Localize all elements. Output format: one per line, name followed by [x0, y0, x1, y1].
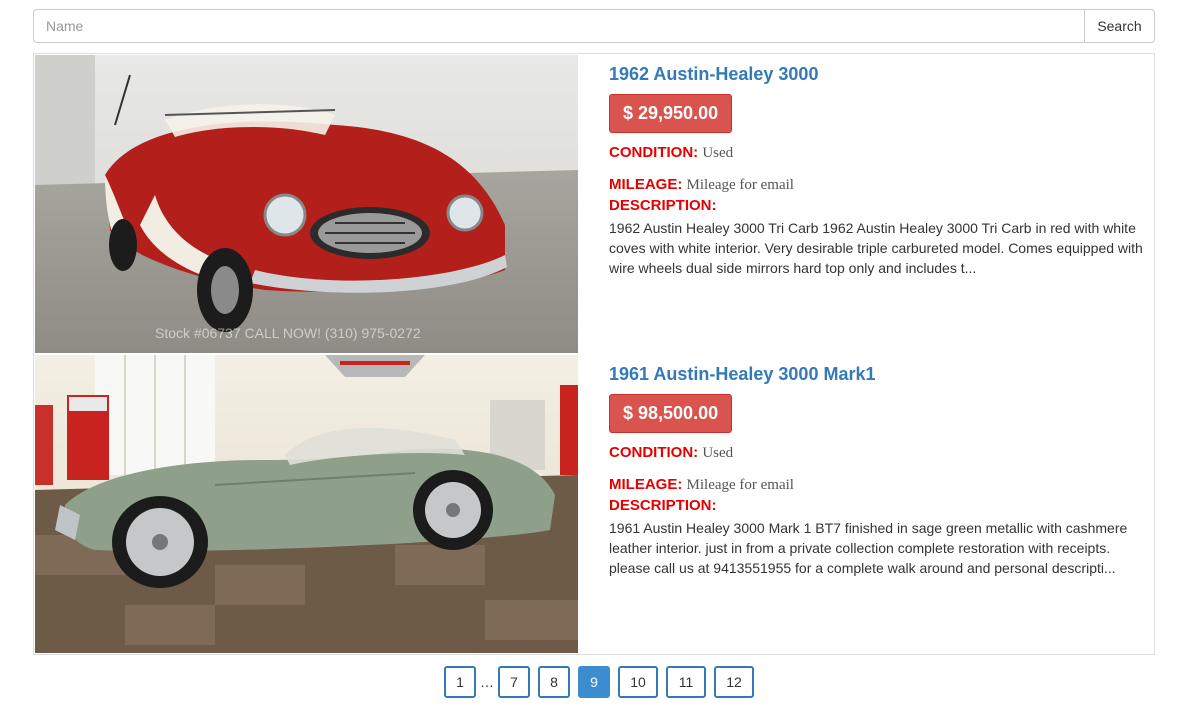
- page-button[interactable]: 11: [666, 666, 706, 698]
- search-bar: Search: [33, 9, 1155, 43]
- page-button[interactable]: 8: [538, 666, 570, 698]
- condition-row: CONDITION: Used: [609, 144, 733, 162]
- price-badge: $ 98,500.00: [609, 394, 733, 433]
- mileage-value: Mileage for email: [686, 177, 794, 193]
- car-photo-image: [35, 355, 578, 653]
- condition-label: CONDITION:: [609, 444, 699, 461]
- listing-panel: Stock #06737 CALL NOW! (310) 975-0272 19…: [33, 53, 1155, 655]
- mileage-label: MILEAGE:: [609, 176, 683, 193]
- mileage-row: MILEAGE: Mileage for email: [609, 476, 794, 494]
- description-label: DESCRIPTION:: [609, 497, 717, 514]
- search-input[interactable]: [33, 9, 1084, 43]
- description-row: DESCRIPTION:: [609, 497, 717, 514]
- condition-value: Used: [702, 145, 734, 161]
- pagination-ellipsis: …: [480, 674, 494, 690]
- listing-item: Stock #06737 CALL NOW! (310) 975-0272 19…: [34, 54, 1154, 354]
- page-button-current[interactable]: 9: [578, 666, 610, 698]
- description-text: 1962 Austin Healey 3000 Tri Carb 1962 Au…: [609, 220, 1143, 276]
- description-row: DESCRIPTION:: [609, 197, 717, 214]
- image-watermark: Stock #06737 CALL NOW! (310) 975-0272: [155, 325, 421, 341]
- pagination: 1 … 7 8 9 10 11 12: [0, 665, 1198, 699]
- listing-title-link[interactable]: 1962 Austin-Healey 3000: [609, 64, 818, 85]
- description-text: 1961 Austin Healey 3000 Mark 1 BT7 finis…: [609, 520, 1128, 576]
- page-button[interactable]: 1: [444, 666, 476, 698]
- price-badge: $ 29,950.00: [609, 94, 733, 133]
- page-button[interactable]: 7: [498, 666, 530, 698]
- page-button[interactable]: 10: [618, 666, 658, 698]
- car-photo-image: Stock #06737 CALL NOW! (310) 975-0272: [35, 55, 578, 353]
- mileage-value: Mileage for email: [686, 477, 794, 493]
- car-photo[interactable]: Stock #06737 CALL NOW! (310) 975-0272: [35, 55, 578, 353]
- mileage-label: MILEAGE:: [609, 476, 683, 493]
- page-button[interactable]: 12: [714, 666, 754, 698]
- search-button[interactable]: Search: [1084, 9, 1155, 43]
- listing-item: 1961 Austin-Healey 3000 Mark1 $ 98,500.0…: [34, 354, 1154, 654]
- car-photo[interactable]: [35, 355, 578, 653]
- condition-value: Used: [702, 445, 734, 461]
- condition-row: CONDITION: Used: [609, 444, 733, 462]
- listing-title-link[interactable]: 1961 Austin-Healey 3000 Mark1: [609, 364, 875, 385]
- condition-label: CONDITION:: [609, 144, 699, 161]
- mileage-row: MILEAGE: Mileage for email: [609, 176, 794, 194]
- description-label: DESCRIPTION:: [609, 197, 717, 214]
